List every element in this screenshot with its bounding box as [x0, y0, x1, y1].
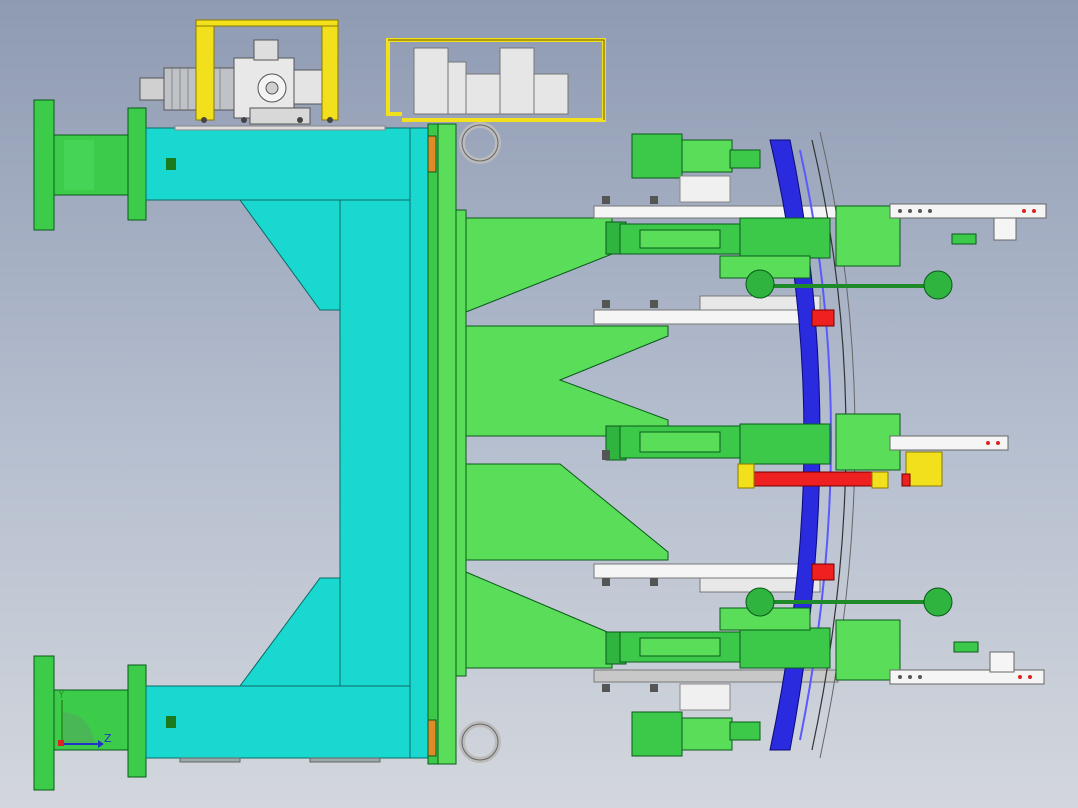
main-frame [145, 125, 429, 759]
gear-motor [139, 39, 325, 125]
frame-bolts [166, 158, 176, 728]
lifting-eye-bottom [459, 721, 501, 763]
clamp-unit-3 [605, 607, 901, 681]
fixture-back-plate [427, 123, 467, 765]
valve-bank [413, 47, 569, 115]
clamp-cylinder-bottom [631, 683, 761, 757]
cad-viewport[interactable]: Z Y [0, 0, 1078, 808]
frame-bottom-feet [179, 757, 381, 763]
lifting-eye-top [459, 122, 501, 164]
clamp-cylinder-top [631, 133, 761, 203]
axis-y-label: Y [57, 688, 65, 701]
axis-z-label: Z [104, 732, 112, 745]
clamp-fingers [889, 203, 1047, 685]
